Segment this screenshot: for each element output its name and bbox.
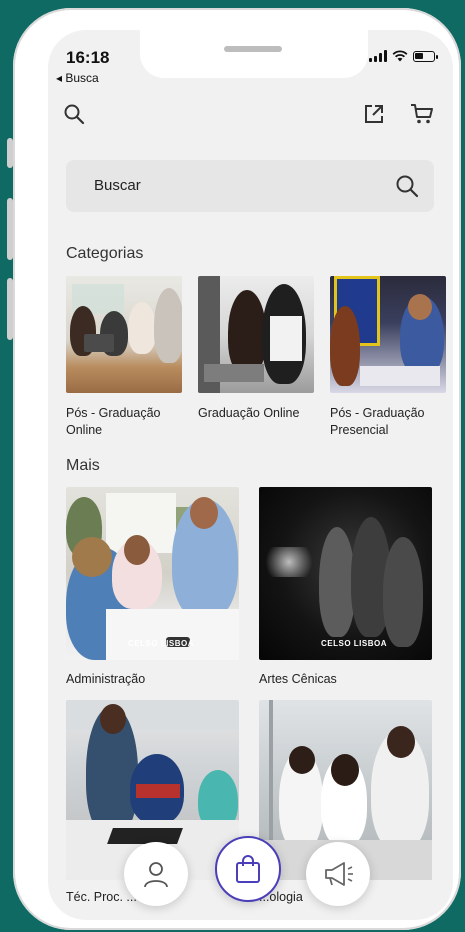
person [128, 302, 156, 354]
speaker [224, 46, 282, 52]
status-time: 16:18 [66, 48, 110, 67]
signal-icon [369, 50, 387, 62]
course-card[interactable]: CELSO LISBOA Administração [66, 487, 239, 686]
search-bar[interactable]: Buscar [66, 160, 434, 212]
header-search-button[interactable] [60, 100, 88, 128]
external-link-icon [365, 105, 383, 123]
face [100, 704, 126, 734]
light-beam [259, 547, 319, 577]
category-card[interactable]: Graduação Online [198, 276, 314, 422]
course-card[interactable]: CELSO LISBOA Artes Cênicas [259, 487, 432, 686]
more-title: Mais [66, 457, 100, 474]
course-image: CELSO LISBOA [259, 487, 432, 660]
category-label: Graduação Online [198, 406, 300, 420]
mute-switch [7, 138, 13, 168]
share-button[interactable] [360, 100, 388, 128]
person [319, 527, 355, 637]
category-image [66, 276, 182, 393]
categories-title: Categorias [66, 245, 144, 262]
back-to-search-link[interactable]: ◂ Busca [56, 71, 99, 85]
table [106, 609, 239, 660]
category-image [330, 276, 446, 393]
face [289, 746, 315, 774]
search-icon[interactable] [394, 173, 420, 199]
course-image: CELSO LISBOA [66, 487, 239, 660]
face [331, 754, 359, 786]
keyboard [107, 828, 183, 844]
shirt-stripe [136, 784, 180, 798]
face [408, 294, 432, 320]
announcements-button[interactable] [306, 842, 370, 906]
shopping-bag-icon [236, 855, 260, 883]
category-card[interactable]: Pós - Graduação Presencial [330, 276, 446, 439]
ceiling [66, 700, 239, 730]
person [330, 306, 360, 386]
category-label: Pós - Graduação Presencial [330, 406, 425, 437]
watermark: CELSO LISBOA [128, 639, 195, 648]
laptop [204, 364, 264, 382]
notch [140, 30, 368, 78]
hair [72, 537, 112, 577]
face [190, 497, 218, 529]
category-image [198, 276, 314, 393]
profile-button[interactable] [124, 842, 188, 906]
course-label: Administração [66, 672, 146, 686]
person [154, 288, 182, 363]
laptop [84, 334, 114, 352]
user-icon [144, 862, 168, 888]
course-label: Artes Cênicas [259, 672, 337, 686]
shop-button[interactable] [215, 836, 281, 902]
cart-button[interactable] [408, 100, 436, 128]
wifi-icon [392, 50, 408, 62]
cart-icon [411, 104, 433, 124]
person [228, 290, 266, 375]
volume-up-button [7, 198, 13, 260]
volume-down-button [7, 278, 13, 340]
face [387, 726, 415, 758]
battery-icon [413, 50, 438, 62]
watermark: CELSO LISBOA [321, 639, 388, 648]
megaphone-icon [325, 862, 353, 886]
phone-frame: 16:18 ◂ Busca Buscar Categorias Pós - Gr… [7, 8, 461, 930]
person [383, 537, 423, 647]
app-screen: 16:18 ◂ Busca Buscar Categorias Pós - Gr… [48, 30, 453, 920]
search-icon [64, 104, 85, 125]
desk [360, 366, 440, 386]
face [124, 535, 150, 565]
status-icons [369, 50, 438, 62]
shirt [270, 316, 302, 361]
search-input[interactable]: Buscar [94, 177, 141, 194]
category-card[interactable]: Pós - Graduação Online [66, 276, 182, 439]
category-label: Pós - Graduação Online [66, 406, 161, 437]
